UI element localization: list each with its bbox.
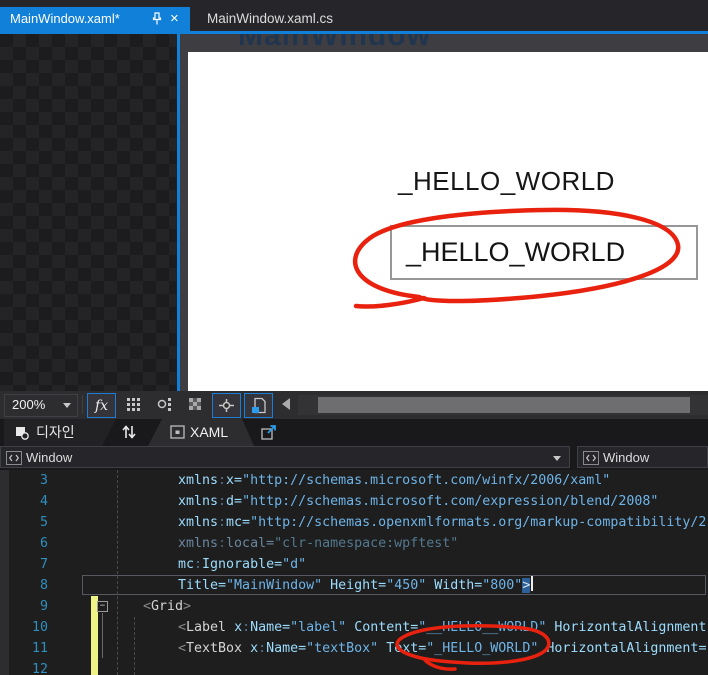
toolbar-separator — [82, 395, 83, 414]
document-icon — [251, 397, 266, 414]
breadcrumb-left[interactable]: Window — [0, 446, 570, 468]
code-line[interactable]: 10 <Label x:Name="label" Content="__HELLO… — [0, 617, 708, 638]
outline-region-line — [102, 613, 103, 658]
xaml-view-icon — [170, 425, 185, 439]
text-caret — [531, 576, 534, 591]
tab-xaml-view[interactable]: XAML — [148, 419, 254, 446]
scroll-left-arrow[interactable] — [282, 398, 290, 410]
tab-title: MainWindow.xaml* — [10, 11, 120, 26]
code-line[interactable]: 6 xmlns:local="clr-namespace:wpftest" — [0, 533, 708, 554]
code-line[interactable]: 11 <TextBox x:Name="textBox" Text="_HELLO… — [0, 638, 708, 659]
effects-fx-button[interactable]: fx — [87, 393, 116, 418]
line-number: 3 — [39, 473, 48, 488]
pin-icon[interactable] — [150, 12, 164, 26]
code-text: xmlns:d="http://schemas.microsoft.com/ex… — [178, 494, 659, 509]
scrollbar-thumb[interactable] — [318, 397, 690, 413]
code-text: Title="MainWindow" Height="450" Width="8… — [178, 575, 534, 596]
fx-icon: fx — [94, 397, 109, 414]
xml-element-icon — [583, 451, 599, 465]
snap-to-gridlines-button[interactable] — [151, 393, 178, 416]
code-line[interactable]: 3 xmlns:x="http://schemas.microsoft.com/w… — [0, 470, 708, 491]
tab-mainwindow-xaml-cs[interactable]: MainWindow.xaml.cs — [195, 7, 345, 31]
code-text: mc:Ignorable="d" — [178, 557, 307, 572]
chevron-down-icon — [63, 403, 71, 408]
designer-textbox[interactable]: _HELLO_WORLD — [390, 225, 698, 280]
designer-label[interactable]: _HELLO_WORLD — [398, 166, 615, 197]
breadcrumb-right[interactable]: Window — [577, 446, 708, 468]
line-number: 4 — [39, 494, 48, 509]
tab-mainwindow-xaml[interactable]: MainWindow.xaml* × — [0, 7, 190, 31]
code-line[interactable]: 5 xmlns:mc="http://schemas.openxmlformats… — [0, 512, 708, 533]
line-number: 6 — [39, 536, 48, 551]
line-number: 10 — [31, 620, 48, 635]
zoom-level-combobox[interactable]: 200% — [4, 394, 78, 417]
xaml-code-editor[interactable]: 3 xmlns:x="http://schemas.microsoft.com/w… — [0, 470, 708, 675]
designer-background — [0, 34, 177, 391]
tab-design-view[interactable]: 디자인 — [4, 419, 116, 446]
snap-to-snaplines-button[interactable] — [212, 393, 241, 418]
code-text: <Label x:Name="label" Content="__HELLO__… — [178, 620, 707, 635]
code-line[interactable]: 7 mc:Ignorable="d" — [0, 554, 708, 575]
window-preview-title: MainWindow — [238, 34, 432, 52]
disable-project-code-button[interactable] — [244, 393, 273, 418]
line-number: 7 — [39, 557, 48, 572]
document-tabbar: MainWindow.xaml* × MainWindow.xaml.cs — [0, 0, 708, 31]
line-number: 8 — [39, 578, 48, 593]
view-switcher-row: 디자인 XAML — [0, 419, 708, 446]
code-text: <Grid> — [143, 599, 192, 614]
xml-element-icon — [6, 451, 22, 465]
snap-grid-icon — [157, 398, 171, 411]
line-number: 12 — [31, 662, 48, 675]
breadcrumb-right-value: Window — [603, 450, 650, 465]
chevron-down-icon[interactable] — [553, 456, 561, 461]
breadcrumb-row: Window Window — [0, 446, 708, 470]
code-line[interactable]: 8 Title="MainWindow" Height="450" Width="… — [0, 575, 708, 596]
designer-toolbar: 200% fx — [0, 391, 708, 419]
design-tab-label: 디자인 — [36, 424, 75, 440]
design-view-icon — [14, 425, 30, 441]
code-text: xmlns:x="http://schemas.microsoft.com/wi… — [178, 473, 611, 488]
grid-icon — [127, 398, 140, 411]
code-text: <TextBox x:Name="textBox" Text="_HELLO_W… — [178, 641, 707, 656]
vs-ide-window: MainWindow.xaml* × MainWindow.xaml.cs Ma… — [0, 0, 708, 675]
popout-new-window-icon[interactable] — [260, 424, 278, 441]
line-number: 9 — [39, 599, 48, 614]
window-preview-titlebar: MainWindow — [180, 34, 708, 52]
collapse-region-icon[interactable]: − — [97, 601, 108, 612]
code-line[interactable]: 12 — [0, 659, 708, 675]
code-line[interactable]: 4 xmlns:d="http://schemas.microsoft.com/e… — [0, 491, 708, 512]
tab-title: MainWindow.xaml.cs — [207, 11, 334, 26]
line-number: 11 — [31, 641, 48, 656]
line-number: 5 — [39, 515, 48, 530]
breadcrumb-left-value: Window — [26, 450, 73, 465]
swap-panes-icon[interactable] — [120, 424, 138, 440]
close-icon[interactable]: × — [170, 7, 179, 31]
xaml-tab-label: XAML — [190, 424, 229, 440]
toggle-artboard-background-button[interactable] — [182, 393, 209, 416]
checkerboard-icon — [189, 398, 201, 410]
code-text: xmlns:mc="http://schemas.openxmlformats.… — [178, 515, 707, 530]
design-surface[interactable]: _HELLO_WORLD _HELLO_WORLD — [188, 52, 708, 391]
show-grid-button[interactable] — [120, 393, 147, 416]
code-text: xmlns:local="clr-namespace:wpftest" — [178, 536, 459, 551]
zoom-level-value: 200% — [12, 397, 46, 412]
designer-hscrollbar[interactable] — [298, 395, 708, 415]
snaplines-icon — [219, 399, 234, 412]
red-circle-annotation — [352, 207, 681, 309]
